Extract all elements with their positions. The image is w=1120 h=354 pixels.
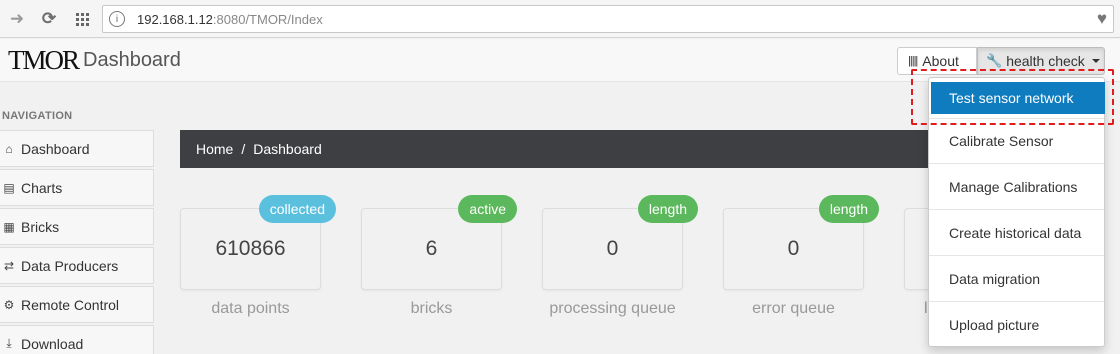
stat-card-error-queue: length 0 bbox=[723, 195, 879, 290]
apps-grid-icon[interactable] bbox=[70, 7, 94, 31]
sidebar-item-label: Data Producers bbox=[21, 257, 119, 274]
stat-card-processing-queue: length 0 bbox=[542, 195, 698, 290]
home-icon: ⌂ bbox=[5, 141, 13, 156]
stat-label: data points bbox=[211, 300, 290, 317]
sidebar-item-charts[interactable]: ▤ Charts bbox=[0, 169, 154, 206]
breadcrumb-home[interactable]: Home bbox=[196, 141, 233, 157]
stat-value: 0 bbox=[606, 237, 619, 260]
page-title[interactable]: Dashboard bbox=[83, 49, 181, 72]
stat-value: 6 bbox=[425, 237, 438, 260]
stat-value: 0 bbox=[787, 237, 800, 260]
status-badge: length bbox=[818, 195, 879, 223]
sidebar-item-data-producers[interactable]: ⇄ Data Producers bbox=[0, 247, 154, 284]
url-host: 192.168.1.12 bbox=[137, 12, 213, 27]
sidebar-item-download[interactable]: ⤓ Download bbox=[0, 325, 154, 354]
stat-label: bricks bbox=[410, 300, 453, 317]
sidebar-item-bricks[interactable]: ▦ Bricks bbox=[0, 208, 154, 245]
arrow-right-icon[interactable]: ➜ bbox=[5, 7, 29, 31]
stat-label: processing queue bbox=[549, 300, 676, 317]
breadcrumb-current: Dashboard bbox=[253, 141, 322, 157]
sidebar-item-remote-control[interactable]: ⚙ Remote Control bbox=[0, 286, 154, 323]
stat-card-bricks: active 6 bbox=[361, 195, 517, 290]
grid-icon: ▦ bbox=[3, 219, 15, 234]
sidebar-item-label: Download bbox=[21, 335, 84, 352]
nav-heading: NAVIGATION bbox=[2, 110, 73, 122]
list-icon: ▤ bbox=[3, 180, 15, 195]
annotation-highlight bbox=[911, 69, 1114, 125]
cog-icon: ⚙ bbox=[3, 297, 15, 312]
status-badge: active bbox=[458, 195, 517, 223]
health-check-label: health check bbox=[1006, 53, 1085, 69]
menu-item-upload-picture[interactable]: Upload picture bbox=[929, 302, 1104, 348]
menu-item-data-migration[interactable]: Data migration bbox=[929, 256, 1104, 302]
barcode-icon: ||||| bbox=[908, 55, 918, 67]
shuffle-icon: ⇄ bbox=[3, 258, 15, 273]
sidebar-item-label: Bricks bbox=[21, 218, 60, 235]
heart-icon[interactable]: ♥ bbox=[1097, 9, 1107, 29]
menu-item-manage-calibrations[interactable]: Manage Calibrations bbox=[929, 164, 1104, 210]
sidebar-item-dashboard[interactable]: ⌂ Dashboard bbox=[0, 130, 154, 167]
url-path: :8080/TMOR/Index bbox=[212, 12, 323, 27]
download-icon: ⤓ bbox=[6, 336, 12, 350]
sidebar-item-label: Remote Control bbox=[21, 296, 120, 313]
status-badge: collected bbox=[258, 195, 336, 223]
sidebar-item-label: Charts bbox=[21, 179, 63, 196]
wrench-icon: 🔧 bbox=[986, 53, 1003, 68]
url-text[interactable]: 192.168.1.12:8080/TMOR/Index bbox=[137, 12, 323, 27]
reload-icon[interactable]: ⟳ bbox=[37, 7, 61, 31]
browser-toolbar: ➜ ⟳ i 192.168.1.12:8080/TMOR/Index ♥ bbox=[0, 0, 1120, 38]
about-label: About bbox=[922, 53, 959, 69]
stat-card-data-points: collected 610866 bbox=[180, 195, 336, 290]
breadcrumb: Home / Dashboard bbox=[180, 130, 940, 168]
status-badge: length bbox=[637, 195, 698, 223]
address-bar[interactable]: i 192.168.1.12:8080/TMOR/Index ♥ bbox=[102, 5, 1114, 33]
stat-label: error queue bbox=[752, 300, 835, 317]
stat-value: 610866 bbox=[215, 237, 286, 260]
site-info-icon[interactable]: i bbox=[109, 11, 125, 27]
menu-item-create-historical-data[interactable]: Create historical data bbox=[929, 210, 1104, 256]
caret-down-icon bbox=[1091, 59, 1100, 63]
app-logo[interactable]: TMOR bbox=[8, 45, 80, 76]
sidebar-item-label: Dashboard bbox=[21, 140, 90, 157]
breadcrumb-separator: / bbox=[241, 141, 246, 157]
